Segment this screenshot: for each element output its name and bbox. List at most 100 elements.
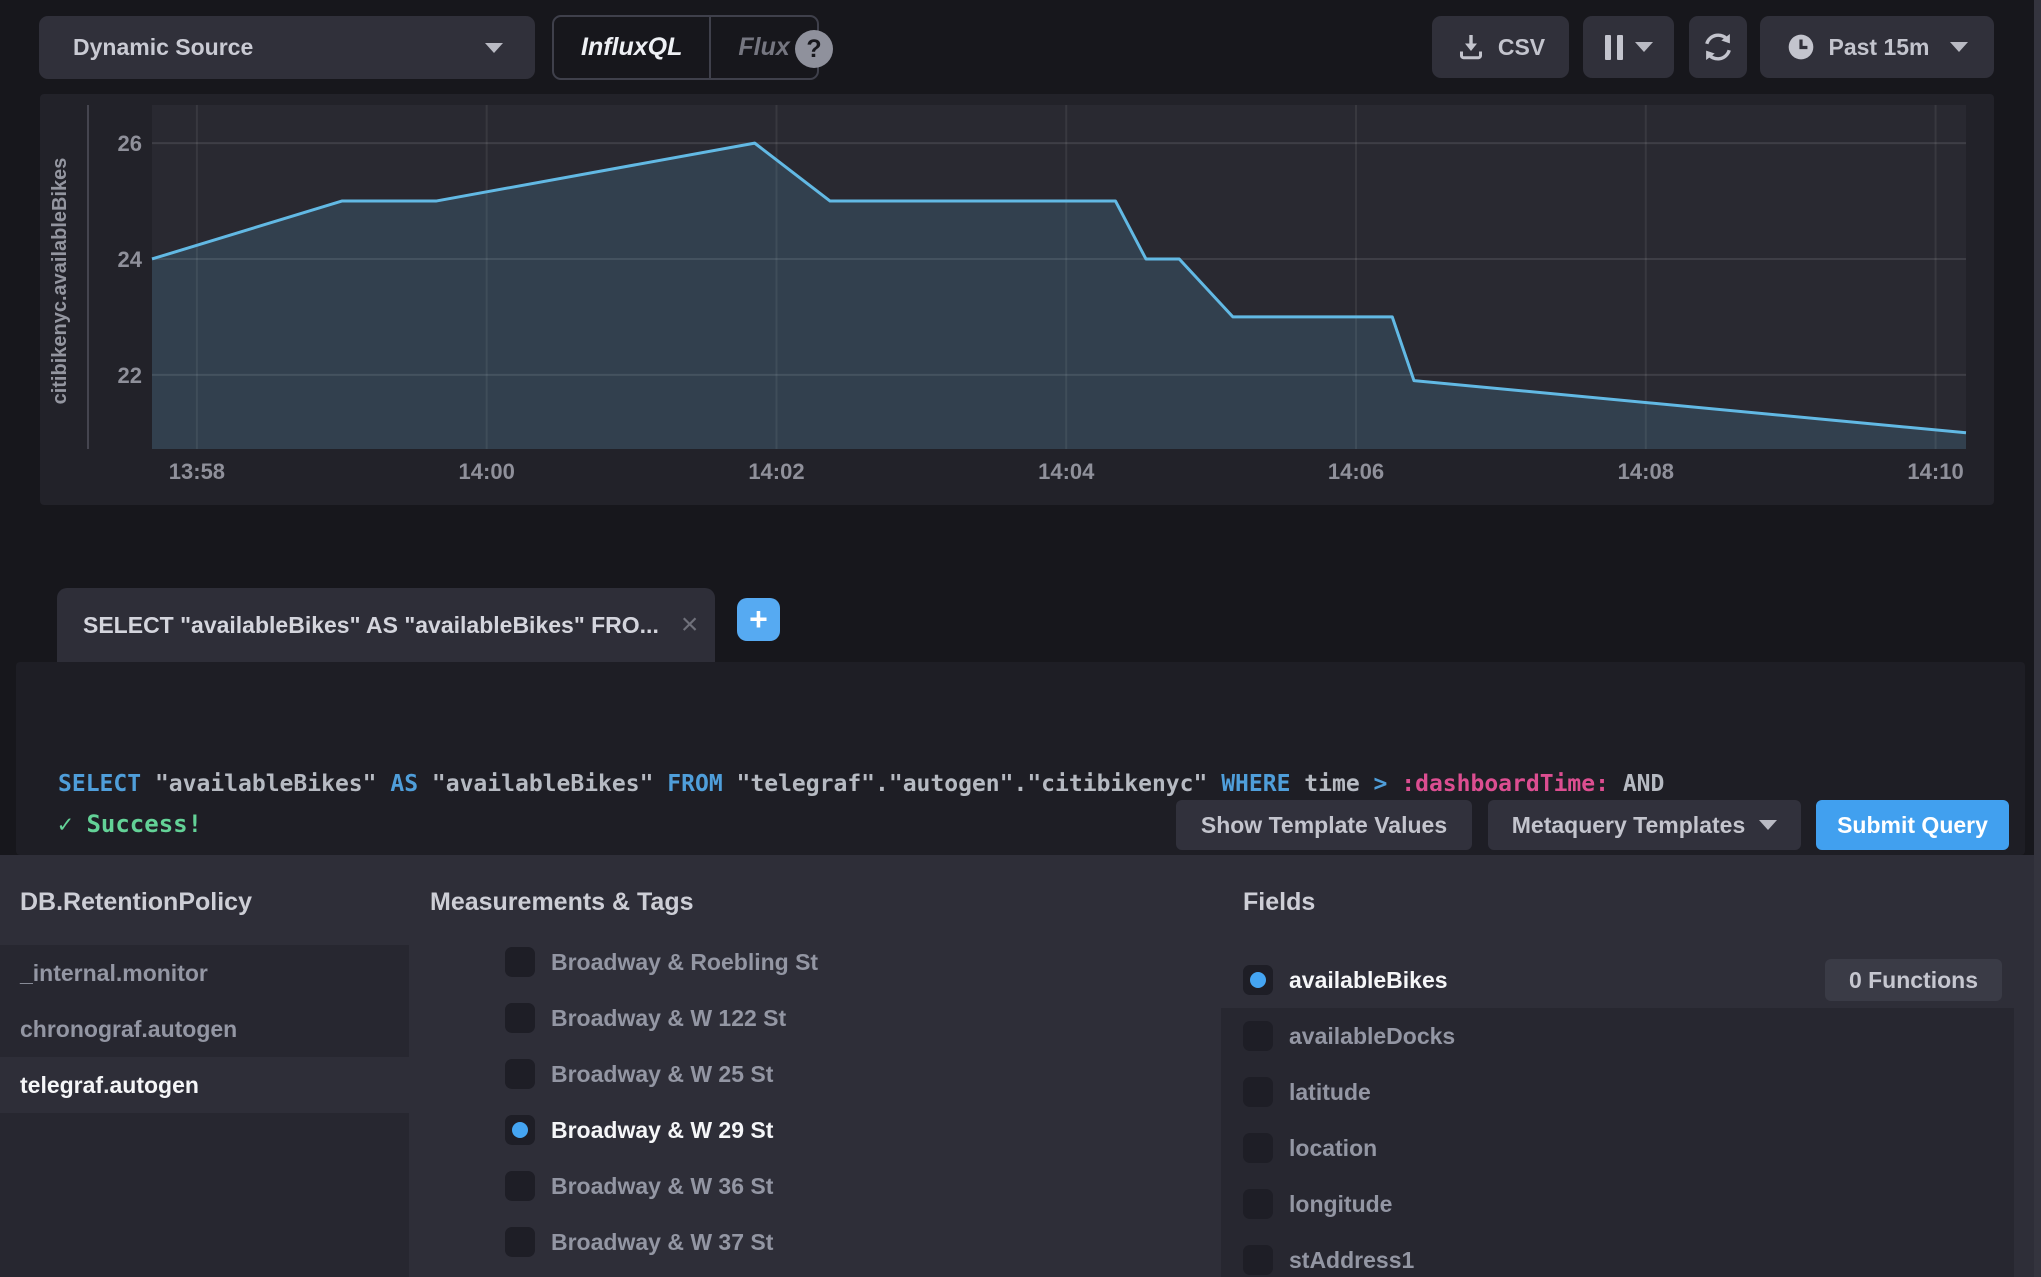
csv-label: CSV [1498, 34, 1545, 61]
checkbox-icon[interactable] [505, 1003, 535, 1033]
field-item[interactable]: stAddress1 [1221, 1232, 2014, 1277]
tab-influxql[interactable]: InfluxQL [554, 17, 711, 78]
db-item[interactable]: telegraf.autogen [0, 1057, 409, 1113]
x-tick-label: 14:00 [459, 459, 515, 484]
field-item-label: stAddress1 [1289, 1247, 1414, 1274]
schema-explorer: DB.RetentionPolicy Measurements & Tags F… [0, 855, 2041, 1277]
time-range-label: Past 15m [1828, 34, 1929, 61]
checkbox-checked-icon[interactable] [505, 1115, 535, 1145]
availablebikes-area-chart[interactable]: 22242613:5814:0014:0214:0414:0614:0814:1… [40, 94, 1994, 505]
tag-value-item-label: Broadway & W 29 St [551, 1117, 773, 1144]
query-token: "telegraf"."autogen"."citibikenyc" [737, 771, 1222, 797]
field-item[interactable]: availableBikes 0 Functions [1221, 952, 2014, 1008]
submit-query-button[interactable]: Submit Query [1816, 800, 2009, 850]
checkbox-icon[interactable] [1243, 1189, 1273, 1219]
functions-badge[interactable]: 0 Functions [1825, 959, 2002, 1001]
checkbox-icon[interactable] [505, 1227, 535, 1257]
source-dropdown-label: Dynamic Source [73, 34, 253, 61]
db-item[interactable]: _internal.monitor [0, 945, 409, 1001]
query-language-toggle: InfluxQL Flux [552, 15, 819, 80]
query-token: WHERE [1221, 771, 1304, 797]
measurements-header: Measurements & Tags [430, 888, 694, 917]
checkbox-icon[interactable] [505, 1059, 535, 1089]
download-csv-button[interactable]: CSV [1432, 16, 1569, 78]
source-dropdown[interactable]: Dynamic Source [39, 16, 535, 79]
tag-value-item[interactable]: Broadway & W 29 St [430, 1102, 1200, 1158]
checkbox-icon[interactable] [1243, 1077, 1273, 1107]
x-tick-label: 14:06 [1328, 459, 1384, 484]
tag-value-item[interactable]: Broadway & W 36 St [430, 1158, 1200, 1214]
query-line-1: SELECT "availableBikes" AS "availableBik… [58, 766, 1664, 803]
db-item-label: chronograf.autogen [20, 1016, 237, 1043]
clock-icon [1786, 32, 1816, 62]
y-tick-label: 26 [118, 131, 142, 156]
pause-button[interactable] [1583, 16, 1674, 78]
query-status-text: Success! [86, 810, 202, 838]
metaquery-templates-dropdown[interactable]: Metaquery Templates [1488, 800, 1801, 850]
pause-icon [1605, 35, 1623, 60]
checkbox-checked-icon[interactable] [1243, 965, 1273, 995]
refresh-button[interactable] [1689, 16, 1747, 78]
db-item[interactable]: chronograf.autogen [0, 1001, 409, 1057]
query-token: > [1374, 771, 1402, 797]
x-tick-label: 14:10 [1907, 459, 1963, 484]
scrollbar[interactable] [2034, 0, 2041, 1277]
checkbox-icon[interactable] [1243, 1133, 1273, 1163]
field-item-label: availableDocks [1289, 1023, 1455, 1050]
checkbox-icon[interactable] [1243, 1021, 1273, 1051]
db-item-label: _internal.monitor [20, 960, 208, 987]
field-item-label: longitude [1289, 1191, 1392, 1218]
close-icon[interactable]: × [681, 610, 699, 640]
query-token: :dashboardTime: [1401, 771, 1623, 797]
db-retention-header: DB.RetentionPolicy [20, 888, 252, 917]
tag-value-item-label: Broadway & Roebling St [551, 949, 818, 976]
help-icon[interactable]: ? [795, 30, 833, 68]
y-axis-title: citibikenyc.availableBikes [49, 158, 71, 405]
tag-value-item-label: Broadway & W 25 St [551, 1061, 773, 1088]
field-item[interactable]: availableDocks [1221, 1008, 2014, 1064]
field-item[interactable]: latitude [1221, 1064, 2014, 1120]
query-token: FROM [667, 771, 736, 797]
checkbox-icon[interactable] [1243, 1245, 1273, 1275]
query-status: ✓ Success! [58, 810, 202, 838]
metaquery-templates-label: Metaquery Templates [1512, 812, 1745, 839]
query-token: AND [1623, 771, 1665, 797]
tag-value-item-label: Broadway & W 37 St [551, 1229, 773, 1256]
refresh-icon [1702, 31, 1734, 63]
db-item-label: telegraf.autogen [20, 1072, 199, 1099]
checkbox-icon[interactable] [505, 947, 535, 977]
field-item-label: location [1289, 1135, 1377, 1162]
query-token: time [1304, 771, 1373, 797]
field-item[interactable]: longitude [1221, 1176, 2014, 1232]
checkbox-icon[interactable] [505, 1171, 535, 1201]
chevron-down-icon [485, 43, 503, 53]
query-token: "availableBikes" [432, 771, 667, 797]
tag-value-item[interactable]: Broadway & Roebling St [430, 934, 1200, 990]
tag-value-item-label: Broadway & W 122 St [551, 1005, 786, 1032]
y-tick-label: 24 [118, 247, 143, 272]
tag-value-item[interactable]: Broadway & W 37 St [430, 1214, 1200, 1270]
tag-value-item[interactable]: Broadway & W 122 St [430, 990, 1200, 1046]
add-query-button[interactable]: + [737, 598, 780, 641]
field-item[interactable]: location [1221, 1120, 2014, 1176]
download-icon [1456, 32, 1486, 62]
field-item-label: availableBikes [1289, 967, 1448, 994]
x-tick-label: 14:04 [1038, 459, 1095, 484]
query-tab-title: SELECT "availableBikes" AS "availableBik… [83, 612, 659, 639]
graph-panel: 22242613:5814:0014:0214:0414:0614:0814:1… [40, 94, 1994, 505]
query-token: SELECT [58, 771, 155, 797]
query-token: AS [390, 771, 432, 797]
tag-value-item[interactable]: Broadway & W 25 St [430, 1046, 1200, 1102]
time-range-dropdown[interactable]: Past 15m [1760, 16, 1994, 78]
tag-value-item-label: Broadway & W 36 St [551, 1173, 773, 1200]
show-template-values-button[interactable]: Show Template Values [1176, 800, 1472, 850]
x-tick-label: 14:02 [748, 459, 804, 484]
chevron-down-icon [1759, 820, 1777, 830]
fields-header: Fields [1243, 888, 1315, 917]
check-icon: ✓ [58, 810, 72, 838]
query-tab[interactable]: SELECT "availableBikes" AS "availableBik… [57, 588, 715, 662]
chevron-down-icon [1635, 42, 1653, 52]
chevron-down-icon [1950, 42, 1968, 52]
data-explorer: Dynamic Source InfluxQL Flux ? CSV Pas [0, 0, 2041, 1277]
x-tick-label: 14:08 [1618, 459, 1674, 484]
